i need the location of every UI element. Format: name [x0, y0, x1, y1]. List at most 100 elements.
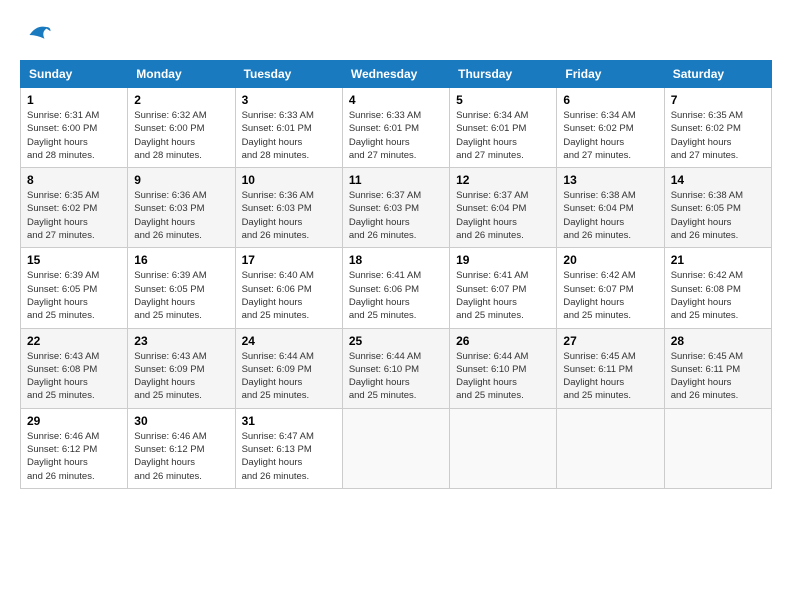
day-cell: [664, 408, 771, 488]
day-info: Sunrise: 6:39 AM Sunset: 6:05 PM Dayligh…: [27, 269, 121, 322]
day-number: 30: [134, 414, 228, 428]
day-cell: 30 Sunrise: 6:46 AM Sunset: 6:12 PM Dayl…: [128, 408, 235, 488]
day-cell: 21 Sunrise: 6:42 AM Sunset: 6:08 PM Dayl…: [664, 248, 771, 328]
day-number: 26: [456, 334, 550, 348]
day-info: Sunrise: 6:41 AM Sunset: 6:07 PM Dayligh…: [456, 269, 550, 322]
week-row-2: 8 Sunrise: 6:35 AM Sunset: 6:02 PM Dayli…: [21, 168, 772, 248]
day-info: Sunrise: 6:42 AM Sunset: 6:07 PM Dayligh…: [563, 269, 657, 322]
day-cell: 29 Sunrise: 6:46 AM Sunset: 6:12 PM Dayl…: [21, 408, 128, 488]
weekday-thursday: Thursday: [450, 61, 557, 88]
calendar-body: 1 Sunrise: 6:31 AM Sunset: 6:00 PM Dayli…: [21, 88, 772, 489]
day-number: 5: [456, 93, 550, 107]
day-info: Sunrise: 6:38 AM Sunset: 6:04 PM Dayligh…: [563, 189, 657, 242]
day-info: Sunrise: 6:45 AM Sunset: 6:11 PM Dayligh…: [563, 350, 657, 403]
day-cell: 9 Sunrise: 6:36 AM Sunset: 6:03 PM Dayli…: [128, 168, 235, 248]
day-cell: 4 Sunrise: 6:33 AM Sunset: 6:01 PM Dayli…: [342, 88, 449, 168]
day-number: 20: [563, 253, 657, 267]
day-cell: 11 Sunrise: 6:37 AM Sunset: 6:03 PM Dayl…: [342, 168, 449, 248]
day-cell: [557, 408, 664, 488]
day-info: Sunrise: 6:37 AM Sunset: 6:04 PM Dayligh…: [456, 189, 550, 242]
day-cell: 28 Sunrise: 6:45 AM Sunset: 6:11 PM Dayl…: [664, 328, 771, 408]
day-number: 1: [27, 93, 121, 107]
day-number: 19: [456, 253, 550, 267]
day-number: 22: [27, 334, 121, 348]
day-info: Sunrise: 6:36 AM Sunset: 6:03 PM Dayligh…: [134, 189, 228, 242]
day-cell: 2 Sunrise: 6:32 AM Sunset: 6:00 PM Dayli…: [128, 88, 235, 168]
day-info: Sunrise: 6:35 AM Sunset: 6:02 PM Dayligh…: [27, 189, 121, 242]
day-number: 12: [456, 173, 550, 187]
day-number: 31: [242, 414, 336, 428]
day-cell: 24 Sunrise: 6:44 AM Sunset: 6:09 PM Dayl…: [235, 328, 342, 408]
day-number: 14: [671, 173, 765, 187]
day-number: 24: [242, 334, 336, 348]
day-info: Sunrise: 6:37 AM Sunset: 6:03 PM Dayligh…: [349, 189, 443, 242]
day-cell: 25 Sunrise: 6:44 AM Sunset: 6:10 PM Dayl…: [342, 328, 449, 408]
day-cell: [342, 408, 449, 488]
day-info: Sunrise: 6:47 AM Sunset: 6:13 PM Dayligh…: [242, 430, 336, 483]
day-info: Sunrise: 6:41 AM Sunset: 6:06 PM Dayligh…: [349, 269, 443, 322]
week-row-4: 22 Sunrise: 6:43 AM Sunset: 6:08 PM Dayl…: [21, 328, 772, 408]
day-cell: 7 Sunrise: 6:35 AM Sunset: 6:02 PM Dayli…: [664, 88, 771, 168]
day-cell: 15 Sunrise: 6:39 AM Sunset: 6:05 PM Dayl…: [21, 248, 128, 328]
day-info: Sunrise: 6:34 AM Sunset: 6:02 PM Dayligh…: [563, 109, 657, 162]
day-info: Sunrise: 6:46 AM Sunset: 6:12 PM Dayligh…: [134, 430, 228, 483]
day-number: 21: [671, 253, 765, 267]
day-info: Sunrise: 6:45 AM Sunset: 6:11 PM Dayligh…: [671, 350, 765, 403]
day-info: Sunrise: 6:44 AM Sunset: 6:10 PM Dayligh…: [456, 350, 550, 403]
page-header: [20, 20, 772, 50]
day-info: Sunrise: 6:35 AM Sunset: 6:02 PM Dayligh…: [671, 109, 765, 162]
day-number: 23: [134, 334, 228, 348]
day-number: 25: [349, 334, 443, 348]
day-info: Sunrise: 6:39 AM Sunset: 6:05 PM Dayligh…: [134, 269, 228, 322]
day-info: Sunrise: 6:43 AM Sunset: 6:08 PM Dayligh…: [27, 350, 121, 403]
day-number: 8: [27, 173, 121, 187]
day-info: Sunrise: 6:40 AM Sunset: 6:06 PM Dayligh…: [242, 269, 336, 322]
day-info: Sunrise: 6:44 AM Sunset: 6:09 PM Dayligh…: [242, 350, 336, 403]
day-cell: 13 Sunrise: 6:38 AM Sunset: 6:04 PM Dayl…: [557, 168, 664, 248]
weekday-monday: Monday: [128, 61, 235, 88]
day-number: 6: [563, 93, 657, 107]
day-info: Sunrise: 6:38 AM Sunset: 6:05 PM Dayligh…: [671, 189, 765, 242]
day-cell: [450, 408, 557, 488]
weekday-wednesday: Wednesday: [342, 61, 449, 88]
day-info: Sunrise: 6:46 AM Sunset: 6:12 PM Dayligh…: [27, 430, 121, 483]
day-cell: 31 Sunrise: 6:47 AM Sunset: 6:13 PM Dayl…: [235, 408, 342, 488]
day-cell: 16 Sunrise: 6:39 AM Sunset: 6:05 PM Dayl…: [128, 248, 235, 328]
day-cell: 10 Sunrise: 6:36 AM Sunset: 6:03 PM Dayl…: [235, 168, 342, 248]
weekday-header-row: SundayMondayTuesdayWednesdayThursdayFrid…: [21, 61, 772, 88]
day-cell: 17 Sunrise: 6:40 AM Sunset: 6:06 PM Dayl…: [235, 248, 342, 328]
day-cell: 27 Sunrise: 6:45 AM Sunset: 6:11 PM Dayl…: [557, 328, 664, 408]
day-info: Sunrise: 6:34 AM Sunset: 6:01 PM Dayligh…: [456, 109, 550, 162]
day-number: 13: [563, 173, 657, 187]
day-cell: 23 Sunrise: 6:43 AM Sunset: 6:09 PM Dayl…: [128, 328, 235, 408]
day-number: 28: [671, 334, 765, 348]
calendar-table: SundayMondayTuesdayWednesdayThursdayFrid…: [20, 60, 772, 489]
day-cell: 22 Sunrise: 6:43 AM Sunset: 6:08 PM Dayl…: [21, 328, 128, 408]
day-info: Sunrise: 6:42 AM Sunset: 6:08 PM Dayligh…: [671, 269, 765, 322]
logo-bird-icon: [22, 20, 52, 50]
weekday-saturday: Saturday: [664, 61, 771, 88]
day-cell: 5 Sunrise: 6:34 AM Sunset: 6:01 PM Dayli…: [450, 88, 557, 168]
day-number: 9: [134, 173, 228, 187]
weekday-friday: Friday: [557, 61, 664, 88]
day-cell: 20 Sunrise: 6:42 AM Sunset: 6:07 PM Dayl…: [557, 248, 664, 328]
day-number: 27: [563, 334, 657, 348]
week-row-5: 29 Sunrise: 6:46 AM Sunset: 6:12 PM Dayl…: [21, 408, 772, 488]
day-number: 29: [27, 414, 121, 428]
day-cell: 6 Sunrise: 6:34 AM Sunset: 6:02 PM Dayli…: [557, 88, 664, 168]
day-number: 4: [349, 93, 443, 107]
day-cell: 18 Sunrise: 6:41 AM Sunset: 6:06 PM Dayl…: [342, 248, 449, 328]
day-number: 17: [242, 253, 336, 267]
day-cell: 3 Sunrise: 6:33 AM Sunset: 6:01 PM Dayli…: [235, 88, 342, 168]
day-cell: 1 Sunrise: 6:31 AM Sunset: 6:00 PM Dayli…: [21, 88, 128, 168]
logo: [20, 20, 52, 50]
day-number: 11: [349, 173, 443, 187]
day-number: 7: [671, 93, 765, 107]
day-cell: 12 Sunrise: 6:37 AM Sunset: 6:04 PM Dayl…: [450, 168, 557, 248]
day-cell: 14 Sunrise: 6:38 AM Sunset: 6:05 PM Dayl…: [664, 168, 771, 248]
day-cell: 26 Sunrise: 6:44 AM Sunset: 6:10 PM Dayl…: [450, 328, 557, 408]
day-cell: 8 Sunrise: 6:35 AM Sunset: 6:02 PM Dayli…: [21, 168, 128, 248]
day-number: 3: [242, 93, 336, 107]
weekday-sunday: Sunday: [21, 61, 128, 88]
day-number: 15: [27, 253, 121, 267]
